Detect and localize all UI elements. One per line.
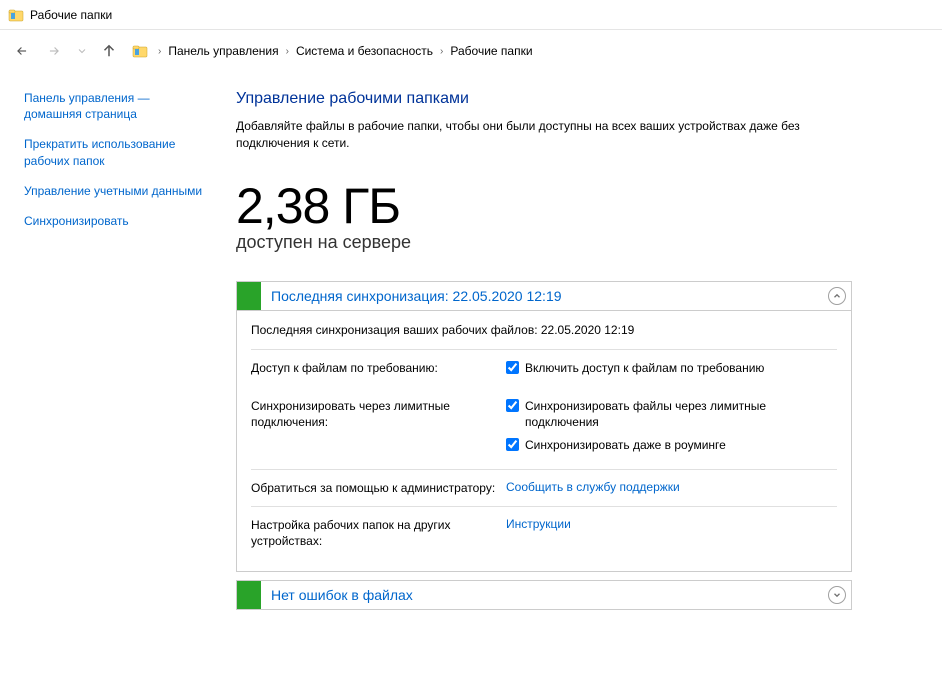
row-other-devices: Настройка рабочих папок на других устрой…: [251, 509, 837, 557]
expand-button[interactable]: [823, 586, 851, 604]
sidebar-link-stop[interactable]: Прекратить использование рабочих папок: [24, 136, 208, 168]
folder-icon: [8, 7, 24, 23]
sidebar-link-credentials[interactable]: Управление учетными данными: [24, 183, 208, 199]
divider: [251, 506, 837, 507]
sidebar: Панель управления — домашняя страница Пр…: [0, 72, 218, 696]
available-space-caption: доступен на сервере: [236, 232, 852, 253]
up-button[interactable]: [100, 42, 118, 60]
checkbox-input[interactable]: [506, 399, 519, 412]
forward-button[interactable]: [44, 41, 64, 61]
checkbox-access-on-demand[interactable]: Включить доступ к файлам по требованию: [506, 360, 837, 376]
last-sync-text: Последняя синхронизация ваших рабочих фа…: [251, 321, 837, 347]
breadcrumb-item[interactable]: Панель управления: [165, 44, 281, 58]
available-space-value: 2,38 ГБ: [236, 180, 852, 233]
row-label: Обратиться за помощью к администратору:: [251, 480, 506, 496]
divider: [251, 469, 837, 470]
chevron-up-icon: [828, 287, 846, 305]
row-label: Настройка рабочих папок на других устрой…: [251, 517, 506, 549]
divider: [251, 349, 837, 350]
nav-toolbar: › Панель управления › Система и безопасн…: [0, 30, 942, 72]
link-support[interactable]: Сообщить в службу поддержки: [506, 480, 680, 494]
checkbox-label: Синхронизировать файлы через лимитные по…: [525, 398, 837, 430]
breadcrumb-item[interactable]: Рабочие папки: [447, 44, 535, 58]
panel-errors-title: Нет ошибок в файлах: [261, 587, 823, 603]
location-folder-icon: [132, 43, 148, 59]
chevron-right-icon[interactable]: ›: [436, 46, 447, 57]
checkbox-input[interactable]: [506, 438, 519, 451]
window-titlebar: Рабочие папки: [0, 0, 942, 30]
address-bar[interactable]: › Панель управления › Система и безопасн…: [130, 39, 930, 63]
status-stripe-green: [237, 581, 261, 609]
link-instructions[interactable]: Инструкции: [506, 517, 571, 531]
window-title: Рабочие папки: [30, 8, 112, 22]
sidebar-link-sync[interactable]: Синхронизировать: [24, 213, 208, 229]
row-metered: Синхронизировать через лимитные подключе…: [251, 390, 837, 467]
breadcrumb-item[interactable]: Система и безопасность: [293, 44, 436, 58]
page-description: Добавляйте файлы в рабочие папки, чтобы …: [236, 118, 852, 152]
row-access-on-demand: Доступ к файлам по требованию: Включить …: [251, 352, 837, 390]
row-label: Доступ к файлам по требованию:: [251, 360, 506, 382]
collapse-button[interactable]: [823, 287, 851, 305]
content: Управление рабочими папками Добавляйте ф…: [218, 72, 942, 696]
sidebar-link-home[interactable]: Панель управления — домашняя страница: [24, 90, 208, 122]
back-button[interactable]: [12, 41, 32, 61]
chevron-right-icon[interactable]: ›: [282, 46, 293, 57]
panel-errors-header[interactable]: Нет ошибок в файлах: [237, 581, 851, 609]
chevron-right-icon[interactable]: ›: [154, 46, 165, 57]
page-heading: Управление рабочими папками: [236, 90, 852, 108]
row-admin-help: Обратиться за помощью к администратору: …: [251, 472, 837, 504]
panel-last-sync-body: Последняя синхронизация ваших рабочих фа…: [237, 310, 851, 571]
row-label: Синхронизировать через лимитные подключе…: [251, 398, 506, 459]
checkbox-label: Включить доступ к файлам по требованию: [525, 360, 764, 376]
panel-last-sync-title: Последняя синхронизация: 22.05.2020 12:1…: [261, 288, 823, 304]
checkbox-input[interactable]: [506, 361, 519, 374]
checkbox-label: Синхронизировать даже в роуминге: [525, 437, 726, 453]
checkbox-metered[interactable]: Синхронизировать файлы через лимитные по…: [506, 398, 837, 430]
chevron-down-icon: [828, 586, 846, 604]
recent-dropdown-icon[interactable]: [76, 41, 88, 61]
panel-last-sync: Последняя синхронизация: 22.05.2020 12:1…: [236, 281, 852, 572]
main-area: Панель управления — домашняя страница Пр…: [0, 72, 942, 696]
panel-errors: Нет ошибок в файлах: [236, 580, 852, 610]
status-stripe-green: [237, 282, 261, 310]
checkbox-roaming[interactable]: Синхронизировать даже в роуминге: [506, 437, 837, 453]
panel-last-sync-header[interactable]: Последняя синхронизация: 22.05.2020 12:1…: [237, 282, 851, 310]
